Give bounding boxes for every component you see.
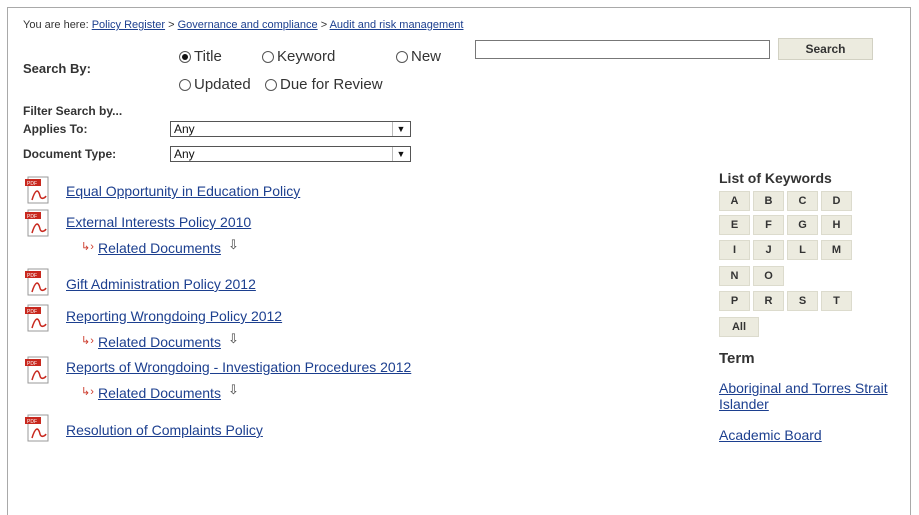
related-documents-link[interactable]: Related Documents <box>98 240 221 256</box>
pdf-icon[interactable]: PDF <box>25 356 52 386</box>
expand-down-icon[interactable]: ⇩ <box>228 382 239 398</box>
document-link[interactable]: External Interests Policy 2010 <box>66 214 251 230</box>
related-arrow-icon: ↳› <box>81 386 94 398</box>
term-link-academic-board[interactable]: Academic Board <box>719 427 889 443</box>
breadcrumb-separator: > <box>317 19 330 31</box>
keyword-g-button[interactable]: G <box>787 215 818 235</box>
radio-new-indicator[interactable] <box>396 50 408 63</box>
breadcrumb: You are here: Policy Register > Governan… <box>23 19 464 31</box>
search-button[interactable]: Search <box>778 38 873 60</box>
radio-due-for-review-label: Due for Review <box>280 76 383 93</box>
radio-new[interactable]: New <box>396 48 441 65</box>
document-type-label: Document Type: <box>23 147 117 161</box>
applies-to-value: Any <box>174 122 195 136</box>
breadcrumb-link-governance[interactable]: Governance and compliance <box>178 19 318 31</box>
related-documents-link[interactable]: Related Documents <box>98 385 221 401</box>
pdf-icon[interactable]: PDF <box>25 268 52 298</box>
document-type-value: Any <box>174 147 195 161</box>
keyword-p-button[interactable]: P <box>719 291 750 311</box>
breadcrumb-link-audit-risk[interactable]: Audit and risk management <box>330 19 464 31</box>
applies-to-label: Applies To: <box>23 122 88 136</box>
keyword-n-button[interactable]: N <box>719 266 750 286</box>
keyword-j-button[interactable]: J <box>753 240 784 260</box>
search-by-label: Search By: <box>23 61 91 76</box>
filter-heading: Filter Search by... <box>23 104 123 118</box>
keyword-s-button[interactable]: S <box>787 291 818 311</box>
svg-text:PDF: PDF <box>27 419 37 425</box>
expand-down-icon[interactable]: ⇩ <box>228 237 239 253</box>
radio-due-for-review[interactable]: Due for Review <box>265 76 383 93</box>
keyword-c-button[interactable]: C <box>787 191 818 211</box>
document-type-select[interactable]: Any ▼ <box>170 146 411 162</box>
radio-keyword[interactable]: Keyword <box>262 48 335 65</box>
document-link[interactable]: Reports of Wrongdoing - Investigation Pr… <box>66 359 411 375</box>
pdf-icon[interactable]: PDF <box>25 414 52 444</box>
svg-text:PDF: PDF <box>27 273 37 279</box>
radio-title-label: Title <box>194 48 222 65</box>
related-documents-link[interactable]: Related Documents <box>98 334 221 350</box>
keyword-a-button[interactable]: A <box>719 191 750 211</box>
document-link[interactable]: Equal Opportunity in Education Policy <box>66 183 300 199</box>
expand-down-icon[interactable]: ⇩ <box>228 331 239 347</box>
breadcrumb-link-policy-register[interactable]: Policy Register <box>92 19 165 31</box>
keyword-l-button[interactable]: L <box>787 240 818 260</box>
document-link[interactable]: Gift Administration Policy 2012 <box>66 276 256 292</box>
chevron-down-icon[interactable]: ▼ <box>392 147 409 161</box>
term-heading: Term <box>719 350 755 367</box>
radio-updated-label: Updated <box>194 76 251 93</box>
radio-updated[interactable]: Updated <box>179 76 251 93</box>
keyword-all-button[interactable]: All <box>719 317 759 337</box>
keyword-f-button[interactable]: F <box>753 215 784 235</box>
svg-text:PDF: PDF <box>27 214 37 220</box>
keyword-m-button[interactable]: M <box>821 240 852 260</box>
pdf-icon[interactable]: PDF <box>25 209 52 239</box>
related-arrow-icon: ↳› <box>81 241 94 253</box>
keywords-title: List of Keywords <box>719 170 832 186</box>
radio-keyword-label: Keyword <box>277 48 336 65</box>
radio-due-for-review-indicator[interactable] <box>265 78 277 91</box>
keyword-e-button[interactable]: E <box>719 215 750 235</box>
radio-new-label: New <box>411 48 442 65</box>
applies-to-select[interactable]: Any ▼ <box>170 121 411 137</box>
svg-text:PDF: PDF <box>27 181 37 187</box>
svg-text:PDF: PDF <box>27 361 37 367</box>
keyword-d-button[interactable]: D <box>821 191 852 211</box>
pdf-icon[interactable]: PDF <box>25 304 52 334</box>
svg-text:PDF: PDF <box>27 309 37 315</box>
keyword-h-button[interactable]: H <box>821 215 852 235</box>
radio-title-indicator[interactable] <box>179 50 191 63</box>
related-arrow-icon: ↳› <box>81 335 94 347</box>
breadcrumb-prefix: You are here: <box>23 19 92 31</box>
radio-title[interactable]: Title <box>179 48 222 65</box>
pdf-icon[interactable]: PDF <box>25 176 52 206</box>
keyword-o-button[interactable]: O <box>753 266 784 286</box>
search-input[interactable] <box>475 40 770 59</box>
keyword-r-button[interactable]: R <box>753 291 784 311</box>
radio-updated-indicator[interactable] <box>179 78 191 91</box>
term-link-aboriginal[interactable]: Aboriginal and Torres Strait Islander <box>719 380 889 412</box>
radio-keyword-indicator[interactable] <box>262 50 274 63</box>
keyword-t-button[interactable]: T <box>821 291 852 311</box>
breadcrumb-separator: > <box>165 19 178 31</box>
document-link[interactable]: Reporting Wrongdoing Policy 2012 <box>66 308 282 324</box>
keyword-i-button[interactable]: I <box>719 240 750 260</box>
chevron-down-icon[interactable]: ▼ <box>392 122 409 136</box>
keyword-b-button[interactable]: B <box>753 191 784 211</box>
document-link[interactable]: Resolution of Complaints Policy <box>66 422 263 438</box>
